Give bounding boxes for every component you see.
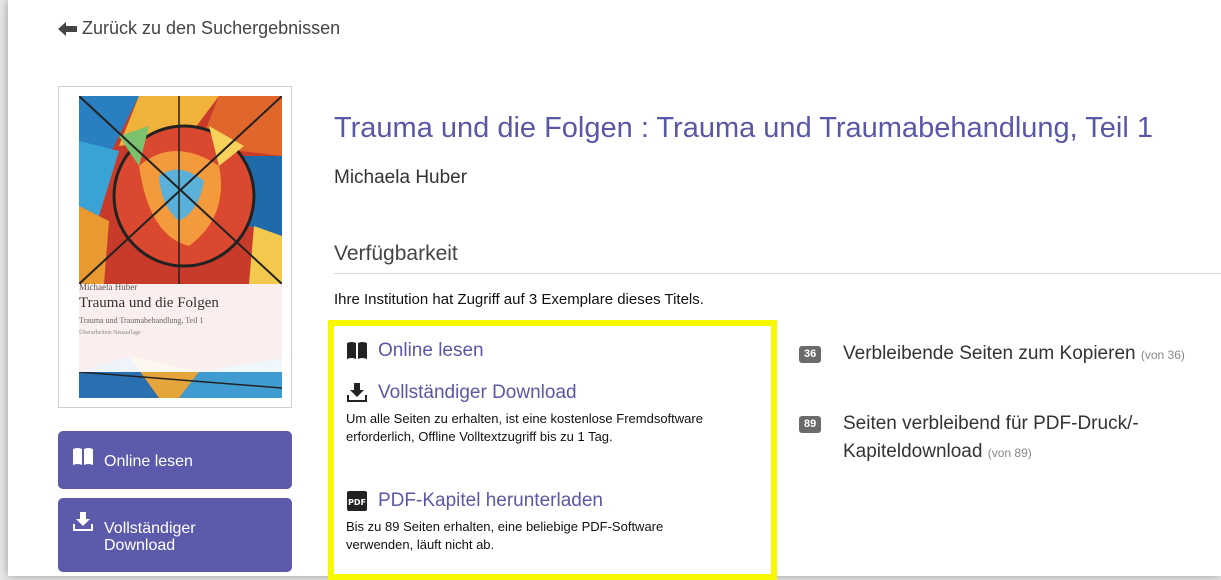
full-download-button-label: Vollständiger Download — [104, 520, 196, 554]
access-info: Ihre Institution hat Zugriff auf 3 Exemp… — [334, 291, 704, 308]
online-read-button[interactable]: Online lesen — [58, 431, 292, 489]
full-download-description: Um alle Seiten zu erhalten, ist eine kos… — [346, 411, 703, 444]
copy-pages-stat: 36 Verbleibende Seiten zum Kopieren (von… — [799, 340, 1221, 369]
access-options-panel: Online lesen Vollständiger Download Um a… — [328, 320, 777, 580]
online-read-button-label: Online lesen — [104, 453, 193, 470]
full-download-link-label: Vollständiger Download — [378, 382, 577, 403]
pdf-pages-total: (von 89) — [987, 446, 1032, 460]
book-title: Trauma und die Folgen : Trauma und Traum… — [334, 112, 1153, 144]
pdf-chapter-download-link[interactable]: PDF PDF-Kapitel herunterladen — [346, 490, 603, 512]
arrow-left-icon — [58, 21, 77, 36]
pdf-pages-stat: 89 Seiten verbleibend für PDF-Druck/-Kap… — [799, 410, 1143, 467]
page: Zurück zu den Suchergebnissen Michaela H… — [8, 0, 1221, 580]
cover-subtitle: Trauma und Traumabehandlung, Teil 1 — [79, 316, 204, 325]
cover-title: Trauma und die Folgen — [79, 295, 219, 311]
download-icon — [347, 383, 367, 402]
pdf-file-icon: PDF — [347, 491, 367, 511]
cover-edition: Überarbeitete Neuauflage — [79, 330, 141, 336]
pdf-pages-badge: 89 — [799, 416, 822, 433]
svg-text:PDF: PDF — [348, 498, 366, 507]
back-link-label: Zurück zu den Suchergebnissen — [82, 18, 341, 38]
book-open-icon — [73, 448, 93, 465]
full-download-button[interactable]: Vollständiger Download — [58, 498, 292, 572]
online-read-link-label: Online lesen — [378, 340, 484, 361]
book-author: Michaela Huber — [334, 167, 468, 188]
pdf-chapter-description: Bis zu 89 Seiten erhalten, eine beliebig… — [346, 519, 664, 552]
pdf-chapter-download-label: PDF-Kapitel herunterladen — [378, 490, 603, 511]
book-cover[interactable]: Michaela Huber Trauma und die Folgen Tra… — [58, 86, 292, 408]
full-download-link[interactable]: Vollständiger Download — [346, 382, 577, 404]
divider — [334, 273, 1221, 274]
download-icon — [73, 512, 93, 531]
cover-artwork — [79, 96, 282, 398]
copy-pages-label: Verbleibende Seiten zum Kopieren — [843, 343, 1136, 364]
book-open-icon — [347, 342, 367, 359]
copy-pages-total: (von 36) — [1140, 348, 1185, 362]
copy-pages-badge: 36 — [799, 346, 822, 363]
online-read-link[interactable]: Online lesen — [346, 340, 484, 362]
availability-heading: Verfügbarkeit — [334, 242, 458, 265]
back-to-results-link[interactable]: Zurück zu den Suchergebnissen — [58, 18, 340, 39]
cover-author: Michaela Huber — [79, 282, 138, 292]
